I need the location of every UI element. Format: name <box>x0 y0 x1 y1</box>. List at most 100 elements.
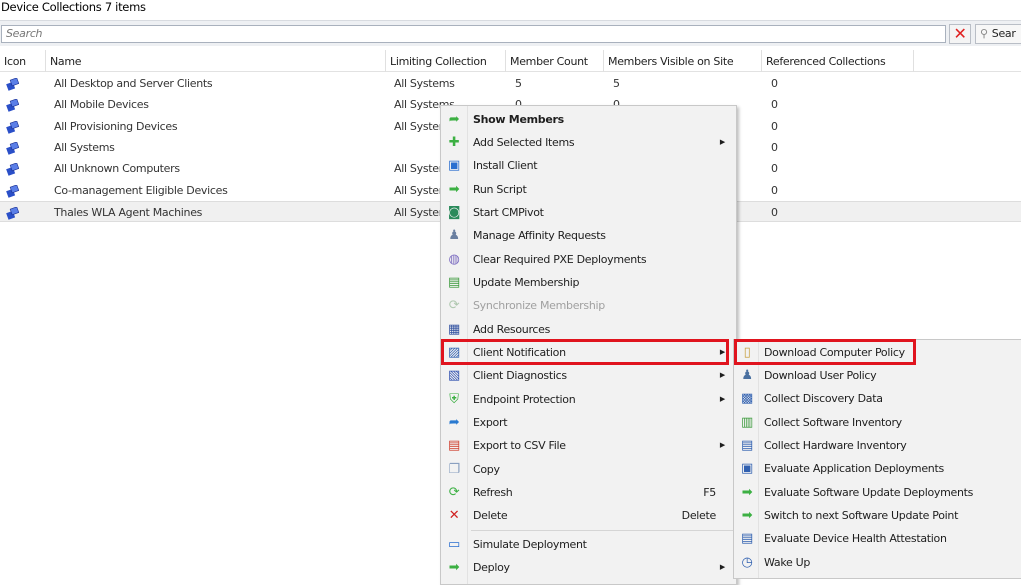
cell-member-count: 5 <box>515 77 522 90</box>
submenu-arrow-icon: ▶ <box>719 137 725 146</box>
device-collection-icon <box>6 141 20 155</box>
user-icon: ♟ <box>741 367 753 383</box>
discovery-icon: ▩ <box>741 391 753 407</box>
cell-referenced: 0 <box>771 119 778 133</box>
search-bar: Search ✕ ⚲ Sear <box>0 20 1021 46</box>
menu-item-export-to-csv-file[interactable]: ▤ Export to CSV File ▶ <box>441 434 736 457</box>
menu-item-label: Run Script <box>473 182 527 196</box>
menu-item-label: Show Members <box>473 112 564 126</box>
delete-icon: ✕ <box>448 508 460 524</box>
menu-item-show-members[interactable]: ➦ Show Members <box>441 108 736 131</box>
column-header-referenced-collections[interactable]: Referenced Collections <box>762 50 914 72</box>
menu-item-collect-software-inventory[interactable]: ▥ Collect Software Inventory <box>734 411 1021 434</box>
cell-referenced: 0 <box>771 183 778 197</box>
menu-item-label: Copy <box>473 462 500 476</box>
menu-item-wake-up[interactable]: ◷ Wake Up <box>734 551 1021 574</box>
arrow-right-icon: ➡ <box>448 559 460 575</box>
shortcut-label: Delete <box>681 509 717 523</box>
menu-item-delete[interactable]: ✕ Delete Delete <box>441 504 736 527</box>
menu-item-refresh[interactable]: ⟳ Refresh F5 <box>441 481 736 504</box>
menu-item-deploy[interactable]: ➡ Deploy ▶ <box>441 556 736 579</box>
client-diagnostics-icon: ▧ <box>448 368 460 384</box>
column-header-members-visible-on-site[interactable]: Members Visible on Site <box>604 50 762 72</box>
menu-item-evaluate-device-health-attestation[interactable]: ▤ Evaluate Device Health Attestation <box>734 527 1021 550</box>
menu-item-label: Collect Hardware Inventory <box>764 438 907 452</box>
switch-sup-icon: ➡ <box>741 507 753 523</box>
menu-item-update-membership[interactable]: ▤ Update Membership <box>441 271 736 294</box>
menu-item-download-user-policy[interactable]: ♟ Download User Policy <box>734 364 1021 387</box>
clear-search-button[interactable]: ✕ <box>949 24 971 44</box>
export-icon: ➦ <box>448 415 460 431</box>
menu-item-synchronize-membership: ⟳ Synchronize Membership <box>441 294 736 317</box>
menu-item-manage-affinity-requests[interactable]: ♟ Manage Affinity Requests <box>441 224 736 247</box>
column-header-member-count[interactable]: Member Count <box>506 50 604 72</box>
plus-icon: ✚ <box>448 134 460 150</box>
menu-item-switch-to-next-software-update-point[interactable]: ➡ Switch to next Software Update Point <box>734 504 1021 527</box>
cell-visible: 5 <box>613 77 620 90</box>
cell-name: All Unknown Computers <box>54 162 180 176</box>
search-button[interactable]: ⚲ Sear <box>975 24 1021 44</box>
menu-item-collect-hardware-inventory[interactable]: ▤ Collect Hardware Inventory <box>734 434 1021 457</box>
menu-item-label: Endpoint Protection <box>473 392 576 406</box>
menu-item-client-notification[interactable]: ▨ Client Notification ▶ <box>441 341 736 364</box>
cell-referenced: 0 <box>771 162 778 176</box>
csv-icon: ▤ <box>448 438 460 454</box>
menu-item-run-script[interactable]: ➡ Run Script <box>441 178 736 201</box>
clock-icon: ◷ <box>741 554 753 570</box>
menu-item-label: Wake Up <box>764 555 811 569</box>
menu-item-label: Add Selected Items <box>473 135 575 149</box>
menu-item-label: Evaluate Device Health Attestation <box>764 532 947 546</box>
policy-icon: ▯ <box>743 344 751 360</box>
menu-item-label: Collect Software Inventory <box>764 415 902 429</box>
menu-item-add-resources[interactable]: ▦ Add Resources <box>441 318 736 341</box>
menu-item-evaluate-application-deployments[interactable]: ▣ Evaluate Application Deployments <box>734 457 1021 480</box>
x-icon: ✕ <box>953 24 967 43</box>
menu-item-label: Download Computer Policy <box>764 345 905 359</box>
page-title: Device Collections 7 items <box>1 0 146 14</box>
menu-item-label: Export to CSV File <box>473 439 566 453</box>
cell-name: All Systems <box>54 140 115 154</box>
menu-item-label: Start CMPivot <box>473 205 544 219</box>
menu-item-start-cmpivot[interactable]: ◙ Start CMPivot <box>441 201 736 224</box>
menu-item-label: Delete <box>473 509 508 523</box>
client-notification-submenu: ▯ Download Computer Policy ♟ Download User … <box>733 339 1021 579</box>
context-menu: ➦ Show Members ✚ Add Selected Items ▶ ▣ Instal… <box>440 105 737 585</box>
menu-item-label: Client Notification <box>473 346 566 359</box>
shortcut-label: F5 <box>703 486 716 500</box>
column-header-icon[interactable]: Icon <box>0 50 46 72</box>
menu-item-add-selected-items[interactable]: ✚ Add Selected Items ▶ <box>441 131 736 154</box>
device-collection-icon <box>6 162 20 176</box>
add-resources-icon: ▦ <box>448 321 460 337</box>
menu-item-client-diagnostics[interactable]: ▧ Client Diagnostics ▶ <box>441 364 736 387</box>
menu-item-evaluate-software-update-deployments[interactable]: ➡ Evaluate Software Update Deployments <box>734 481 1021 504</box>
table-row[interactable]: All Desktop and Server Clients All System… <box>0 73 1021 94</box>
search-input[interactable]: Search <box>1 25 946 43</box>
update-deploy-icon: ➡ <box>741 484 753 500</box>
menu-item-copy[interactable]: ❐ Copy <box>441 458 736 481</box>
cell-name: All Mobile Devices <box>54 98 149 112</box>
arrow-right-curved-icon: ➦ <box>448 111 460 127</box>
menu-item-download-computer-policy[interactable]: ▯ Download Computer Policy <box>734 341 1021 364</box>
table-header: Icon Name Limiting Collection Member Count M… <box>0 50 1021 72</box>
menu-item-collect-discovery-data[interactable]: ▩ Collect Discovery Data <box>734 387 1021 410</box>
menu-item-label: Deploy <box>473 560 510 574</box>
health-icon: ▤ <box>741 531 753 547</box>
menu-item-simulate-deployment[interactable]: ▭ Simulate Deployment <box>441 533 736 556</box>
submenu-arrow-icon: ▶ <box>719 394 725 403</box>
menu-item-clear-required-pxe-deployments[interactable]: ◍ Clear Required PXE Deployments <box>441 248 736 271</box>
menu-item-label: Clear Required PXE Deployments <box>473 252 647 266</box>
cmpivot-icon: ◙ <box>447 204 461 220</box>
cell-referenced: 0 <box>771 77 778 90</box>
menu-item-export[interactable]: ➦ Export <box>441 411 736 434</box>
copy-icon: ❐ <box>448 461 460 477</box>
menu-item-install-client[interactable]: ▣ Install Client <box>441 154 736 177</box>
app-deploy-icon: ▣ <box>741 461 753 477</box>
menu-item-endpoint-protection[interactable]: ⛨ Endpoint Protection ▶ <box>441 388 736 411</box>
cell-referenced: 0 <box>771 140 778 154</box>
column-header-name[interactable]: Name <box>46 50 386 72</box>
device-collection-icon <box>6 183 20 198</box>
column-header-limiting-collection[interactable]: Limiting Collection <box>386 50 506 72</box>
cell-limiting: All Systems <box>394 77 455 90</box>
menu-item-label: Install Client <box>473 159 538 173</box>
submenu-arrow-icon: ▶ <box>719 348 725 356</box>
